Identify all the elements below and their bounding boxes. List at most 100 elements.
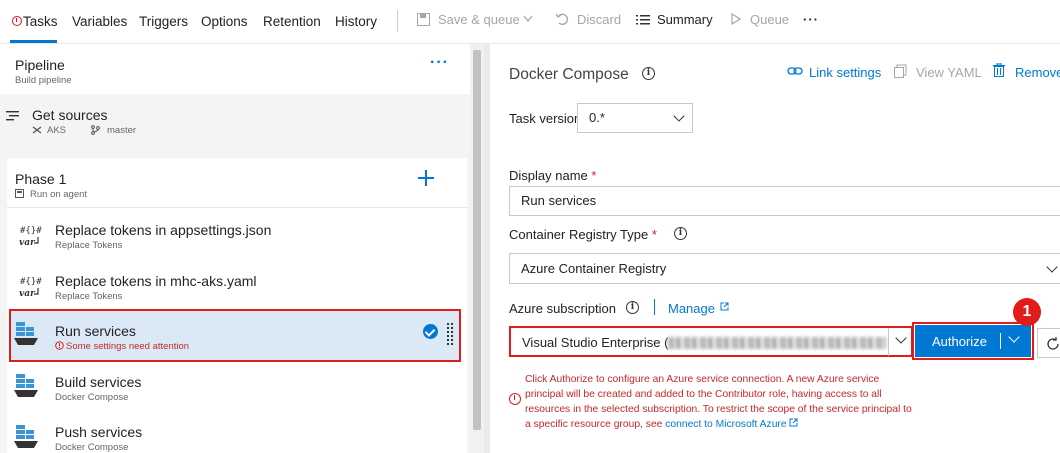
select-divider xyxy=(888,328,889,356)
repo-name: AKS xyxy=(47,125,67,136)
task-item-build-services[interactable]: Build services Docker Compose xyxy=(7,366,467,412)
remove-button[interactable]: Remove xyxy=(1015,65,1060,80)
discard-button[interactable]: Discard xyxy=(577,12,621,27)
undo-icon xyxy=(555,13,568,25)
svg-text:#{}#: #{}# xyxy=(20,226,42,236)
summary-button[interactable]: Summary xyxy=(657,12,713,27)
sources-icon xyxy=(6,111,19,121)
scrollbar-thumb[interactable] xyxy=(473,50,481,430)
connect-azure-link[interactable]: connect to Microsoft Azure xyxy=(665,419,786,430)
authorize-error-message: Click Authorize to configure an Azure se… xyxy=(525,374,912,430)
link-settings-button[interactable]: Link settings xyxy=(809,65,881,80)
registry-type-select[interactable]: Azure Container Registry xyxy=(509,253,1060,284)
task-version-select[interactable]: 0.* xyxy=(577,103,693,133)
agent-icon xyxy=(15,189,24,198)
task-detail-title: Docker Compose xyxy=(509,66,629,83)
azure-subscription-value: Visual Studio Enterprise ( xyxy=(522,335,669,350)
more-actions-button[interactable]: ··· xyxy=(803,12,819,27)
task-title: Replace tokens in mhc-aks.yaml xyxy=(55,273,257,289)
pipeline-title: Pipeline xyxy=(15,57,65,73)
repo-icon xyxy=(32,126,42,134)
get-sources-title: Get sources xyxy=(32,107,108,123)
queue-button[interactable]: Queue xyxy=(750,12,789,27)
step-number-badge: 1 xyxy=(1013,298,1041,326)
manage-link[interactable]: Manage xyxy=(668,301,715,316)
display-name-value: Run services xyxy=(521,193,597,208)
refresh-button[interactable] xyxy=(1037,328,1060,358)
tab-variables[interactable]: Variables xyxy=(72,14,127,29)
docker-compose-icon xyxy=(14,322,38,345)
phase-subtitle: Run on agent xyxy=(30,189,88,200)
active-tab-indicator xyxy=(10,40,57,43)
chevron-down-icon[interactable] xyxy=(1008,331,1020,343)
pipeline-header[interactable]: Pipeline Build pipeline ··· xyxy=(0,44,470,94)
tab-triggers[interactable]: Triggers xyxy=(139,14,188,29)
split-divider xyxy=(1000,333,1001,349)
panel-splitter[interactable] xyxy=(484,44,490,453)
task-title: Run services xyxy=(55,323,136,339)
task-title: Build services xyxy=(55,374,142,390)
warning-icon xyxy=(55,341,64,350)
display-name-label: Display name * xyxy=(509,168,597,183)
chevron-down-icon xyxy=(523,15,533,23)
save-queue-button[interactable]: Save & queue xyxy=(438,12,520,27)
save-icon xyxy=(417,13,430,26)
task-item-replace-appsettings[interactable]: #{}# var Replace tokens in appsettings.j… xyxy=(7,212,467,258)
redacted-subscription-id xyxy=(668,337,887,349)
task-version-value: 0.* xyxy=(589,110,605,125)
svg-text:var: var xyxy=(19,238,36,248)
task-subtitle: Replace Tokens xyxy=(55,291,123,302)
external-link-icon xyxy=(720,302,729,311)
refresh-icon xyxy=(1047,337,1059,350)
task-subtitle: Docker Compose xyxy=(55,442,129,453)
docker-compose-icon xyxy=(14,425,38,448)
checkmark-icon xyxy=(423,324,438,339)
tab-retention[interactable]: Retention xyxy=(263,14,321,29)
authorize-button[interactable]: Authorize xyxy=(912,322,1034,360)
error-icon xyxy=(509,393,521,405)
registry-type-label: Container Registry Type * xyxy=(509,227,657,242)
svg-text:#{}#: #{}# xyxy=(20,277,42,287)
link-icon xyxy=(787,67,803,75)
get-sources-item[interactable]: Get sources AKS master xyxy=(0,95,470,145)
warning-icon xyxy=(12,16,22,26)
authorize-label: Authorize xyxy=(932,334,987,349)
tab-history[interactable]: History xyxy=(335,14,377,29)
task-item-push-services[interactable]: Push services Docker Compose xyxy=(7,416,467,453)
copy-icon xyxy=(894,64,907,78)
tab-tasks[interactable]: Tasks xyxy=(23,14,58,29)
view-yaml-button[interactable]: View YAML xyxy=(916,65,982,80)
chevron-down-icon xyxy=(673,110,685,122)
replace-tokens-icon: #{}# var xyxy=(19,226,42,248)
trash-icon xyxy=(993,63,1005,77)
add-task-button[interactable] xyxy=(418,170,434,186)
tab-options[interactable]: Options xyxy=(201,14,248,29)
external-link-icon xyxy=(789,418,798,427)
list-icon xyxy=(636,15,650,25)
info-icon[interactable]: i xyxy=(626,301,639,314)
info-icon[interactable]: i xyxy=(642,67,655,80)
replace-tokens-icon: #{}# var xyxy=(19,277,42,299)
drag-handle-icon[interactable] xyxy=(447,323,455,345)
branch-name: master xyxy=(107,125,137,136)
azure-subscription-select[interactable]: Visual Studio Enterprise ( xyxy=(509,326,913,357)
task-subtitle: Docker Compose xyxy=(55,392,129,403)
task-subtitle: Replace Tokens xyxy=(55,240,123,251)
svg-text:var: var xyxy=(19,289,36,299)
left-scrollbar[interactable] xyxy=(470,44,484,453)
display-name-field[interactable]: Run services xyxy=(509,186,1060,216)
info-icon[interactable]: i xyxy=(674,227,687,240)
azure-subscription-label: Azure subscription xyxy=(509,301,616,316)
task-title: Replace tokens in appsettings.json xyxy=(55,222,272,238)
pipeline-more-button[interactable]: ··· xyxy=(430,54,449,72)
branch-icon xyxy=(91,125,100,135)
task-warning-text: Some settings need attention xyxy=(66,341,190,352)
task-title: Push services xyxy=(55,424,143,440)
task-item-replace-yaml[interactable]: #{}# var Replace tokens in mhc-aks.yaml … xyxy=(7,263,467,309)
phase-title[interactable]: Phase 1 xyxy=(15,171,66,187)
task-version-label: Task version xyxy=(509,111,582,126)
phase-divider xyxy=(7,207,467,208)
top-toolbar: Tasks Variables Triggers Options Retenti… xyxy=(0,0,1060,44)
play-icon xyxy=(731,13,741,25)
chevron-down-icon xyxy=(1046,261,1058,273)
